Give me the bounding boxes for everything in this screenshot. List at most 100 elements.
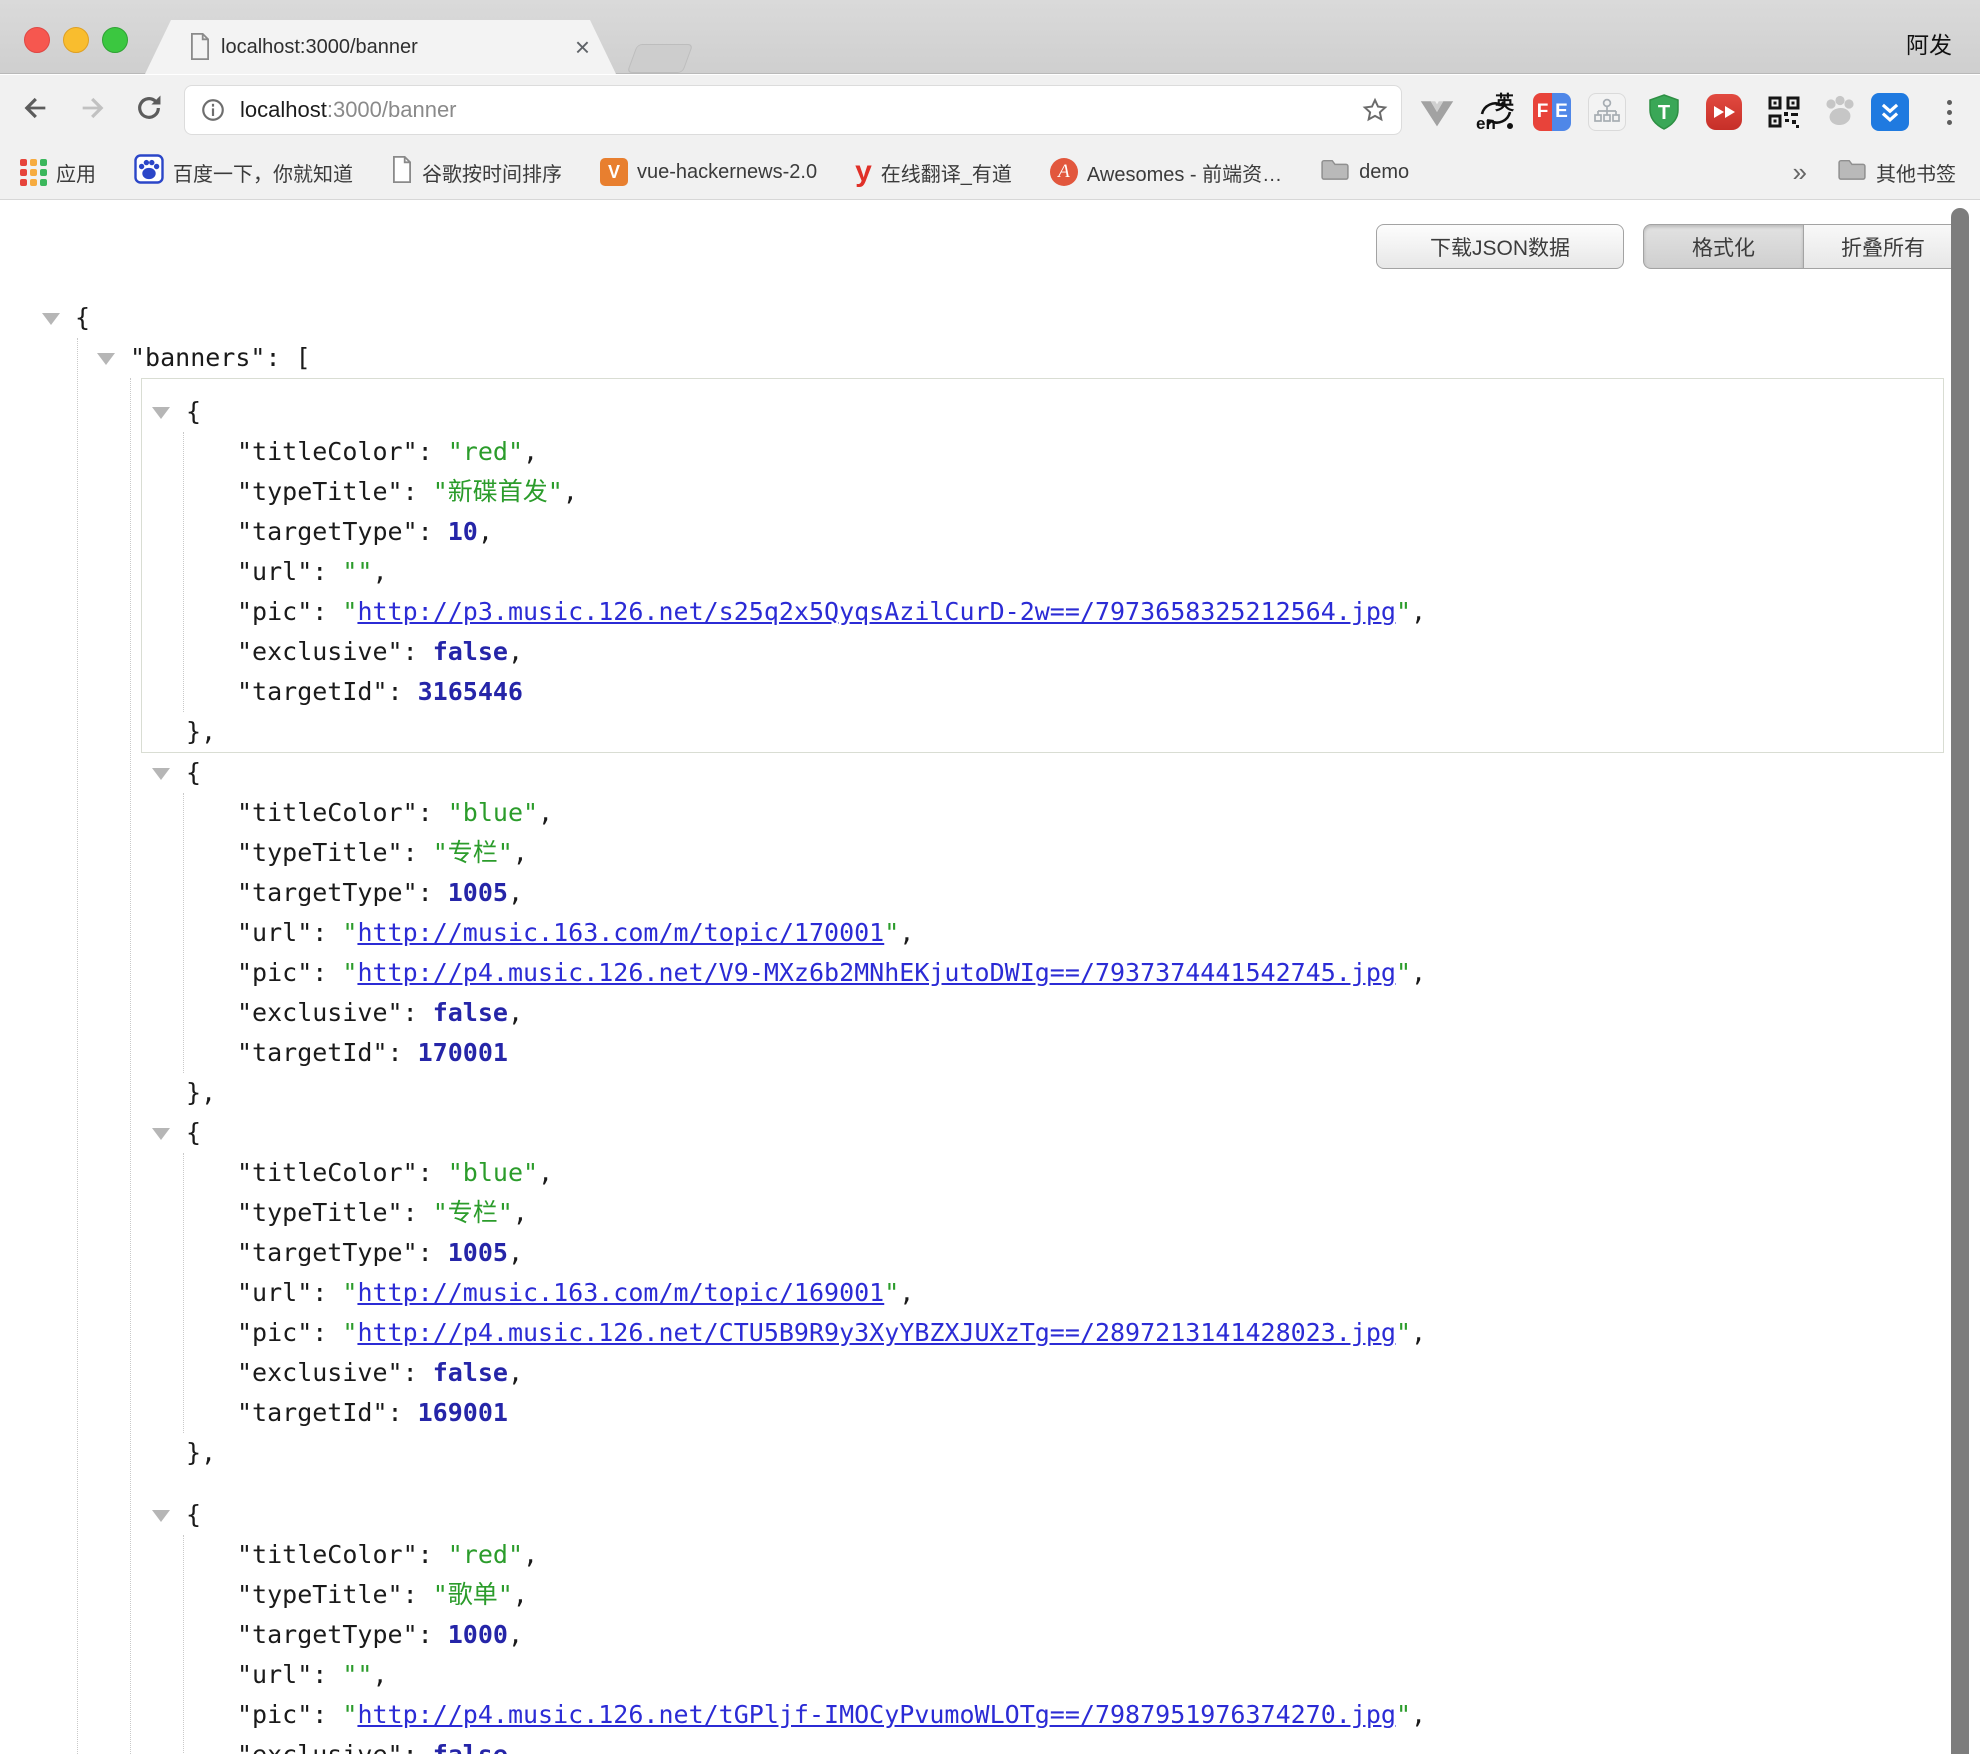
json-array-item: {"titleColor": "blue","typeTitle": "专栏",… [0, 1113, 1980, 1473]
bookmark-vue-hackernews[interactable]: V vue-hackernews-2.0 [600, 158, 817, 186]
json-array-item: {"titleColor": "blue","typeTitle": "专栏",… [0, 753, 1980, 1113]
titlebar: localhost:3000/banner × 阿发 [0, 0, 1980, 74]
json-url-link[interactable]: http://p4.music.126.net/V9-MXz6b2MNhEKju… [357, 958, 1396, 987]
fe-helper-icon[interactable]: FE [1533, 93, 1571, 131]
back-button[interactable] [18, 90, 54, 126]
site-info-icon[interactable] [200, 97, 226, 123]
json-line: "typeTitle": "歌单", [0, 1575, 1980, 1615]
download-json-button[interactable]: 下载JSON数据 [1376, 224, 1624, 269]
browser-menu-icon[interactable] [1930, 93, 1968, 131]
bookmark-label: 其他书签 [1876, 158, 1956, 187]
toolbar: localhost:3000/banner 英 en FE [0, 75, 1980, 145]
json-line: { [0, 1113, 1980, 1153]
format-collapse-group: 格式化 折叠所有 [1643, 224, 1963, 269]
url-host: localhost [240, 97, 327, 122]
collapse-toggle-icon[interactable] [152, 768, 170, 780]
collapse-toggle-icon[interactable] [152, 1128, 170, 1140]
translate-cjk-label: 英 [1495, 88, 1514, 115]
bookmark-youdao[interactable]: y 在线翻译_有道 [855, 158, 1012, 187]
json-url-link[interactable]: http://music.163.com/m/topic/169001 [357, 1278, 884, 1307]
new-tab-button[interactable] [627, 44, 694, 73]
json-url-link[interactable]: http://p4.music.126.net/CTU5B9R9y3XyYBZX… [357, 1318, 1396, 1347]
traffic-lights [24, 27, 128, 53]
fe-left-letter: F [1533, 93, 1552, 131]
folder-icon [1837, 157, 1867, 187]
awesomes-icon: A [1050, 158, 1078, 186]
json-line: "typeTitle": "新碟首发", [142, 472, 1943, 512]
bookmark-label: 百度一下，你就知道 [173, 158, 353, 187]
sitemap-icon[interactable] [1588, 93, 1626, 131]
json-line: "url": "http://music.163.com/m/topic/169… [0, 1273, 1980, 1313]
json-line: "banners": [ [0, 338, 1980, 378]
collapse-toggle-icon[interactable] [152, 407, 170, 419]
json-line: "url": "", [0, 1655, 1980, 1695]
baidu-paw-icon [134, 154, 164, 190]
reload-button[interactable] [131, 90, 167, 126]
json-line: "titleColor": "red", [142, 432, 1943, 472]
minimize-window-button[interactable] [63, 27, 89, 53]
shield-letter: T [1658, 102, 1670, 124]
bookmark-star-icon[interactable] [1361, 96, 1389, 124]
json-line: { [142, 392, 1943, 432]
json-line: "titleColor": "red", [0, 1535, 1980, 1575]
bookmark-label: demo [1359, 161, 1409, 184]
json-line: "url": "", [142, 552, 1943, 592]
json-line: "exclusive": false, [0, 1735, 1980, 1754]
other-bookmarks[interactable]: 其他书签 [1837, 157, 1956, 187]
collapse-toggle-icon[interactable] [152, 1510, 170, 1522]
url-path: :3000/banner [327, 97, 457, 122]
collapse-toggle-icon[interactable] [42, 313, 60, 325]
profile-name[interactable]: 阿发 [1906, 26, 1952, 60]
json-line: "exclusive": false, [0, 993, 1980, 1033]
bookmark-awesomes[interactable]: A Awesomes - 前端资… [1050, 158, 1282, 187]
vertical-scrollbar[interactable] [1951, 208, 1969, 1754]
json-line: "targetType": 1005, [0, 1233, 1980, 1273]
shield-t-icon[interactable]: T [1645, 93, 1683, 131]
page-icon [391, 156, 413, 189]
page-content: {"banners": [{"titleColor": "red","typeT… [0, 200, 1980, 1754]
vue-icon: V [600, 158, 628, 186]
json-line: { [0, 298, 1980, 338]
json-line: { [0, 753, 1980, 793]
zoom-window-button[interactable] [102, 27, 128, 53]
json-line: "typeTitle": "专栏", [0, 833, 1980, 873]
collapse-toggle-icon[interactable] [97, 353, 115, 365]
json-line: { [0, 1495, 1980, 1535]
vue-devtools-icon[interactable] [1418, 93, 1456, 131]
bookmark-label: vue-hackernews-2.0 [637, 161, 817, 184]
paw-icon[interactable] [1821, 93, 1859, 131]
translate-latin-label: en [1476, 114, 1496, 134]
format-button[interactable]: 格式化 [1643, 224, 1803, 269]
bookmark-apps[interactable]: 应用 [20, 158, 96, 187]
translate-icon[interactable]: 英 en [1476, 93, 1514, 131]
json-url-link[interactable]: http://music.163.com/m/topic/170001 [357, 918, 884, 947]
json-line: "targetId": 170001 [0, 1033, 1980, 1073]
json-line: "targetType": 1005, [0, 873, 1980, 913]
bookmark-baidu[interactable]: 百度一下，你就知道 [134, 154, 353, 190]
json-line: "targetId": 3165446 [142, 672, 1943, 712]
close-window-button[interactable] [24, 27, 50, 53]
json-url-link[interactable]: http://p3.music.126.net/s25q2x5QyqsAzilC… [357, 597, 1396, 626]
collapse-all-button[interactable]: 折叠所有 [1803, 224, 1963, 269]
json-line: }, [142, 712, 1943, 752]
json-line: }, [0, 1073, 1980, 1113]
qr-code-icon[interactable] [1766, 93, 1802, 131]
json-url-link[interactable]: http://p4.music.126.net/tGPljf-IMOCyPvum… [357, 1700, 1396, 1729]
bookmarks-overflow-chevron[interactable]: » [1793, 157, 1807, 188]
address-bar[interactable]: localhost:3000/banner [184, 85, 1402, 135]
json-line: "exclusive": false, [142, 632, 1943, 672]
forward-button[interactable] [74, 90, 110, 126]
bookmark-google-sort[interactable]: 谷歌按时间排序 [391, 156, 562, 189]
json-line: "exclusive": false, [0, 1353, 1980, 1393]
browser-tab[interactable]: localhost:3000/banner × [145, 20, 616, 74]
fast-forward-icon[interactable] [1706, 93, 1742, 131]
downloader-icon[interactable] [1871, 93, 1909, 131]
tab-title: localhost:3000/banner [221, 20, 418, 74]
json-line: "targetId": 169001 [0, 1393, 1980, 1433]
url-text[interactable]: localhost:3000/banner [240, 97, 457, 123]
json-line: "pic": "http://p4.music.126.net/V9-MXz6b… [0, 953, 1980, 993]
bookmark-folder-demo[interactable]: demo [1320, 157, 1409, 187]
bookmark-label: 在线翻译_有道 [881, 158, 1012, 187]
json-array-item: {"titleColor": "red","typeTitle": "歌单", "… [0, 1495, 1980, 1754]
tab-close-icon[interactable]: × [575, 20, 590, 74]
